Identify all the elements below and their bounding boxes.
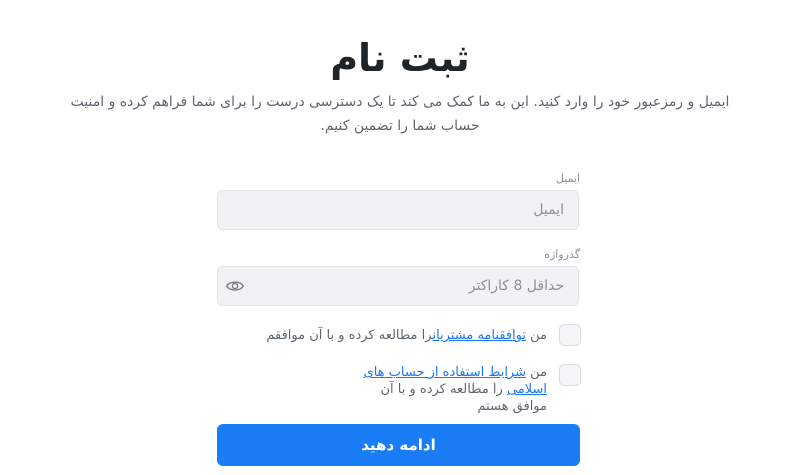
- agreement-prefix: من: [526, 365, 547, 380]
- agreement-prefix: من: [526, 328, 547, 343]
- signup-page: ثبت نام ایمیل و رمزعبور خود را وارد کنید…: [0, 0, 800, 475]
- page-description: ایمیل و رمزعبور خود را وارد کنید. این به…: [70, 94, 730, 134]
- islamic-terms-text: من شرایط استفاده از حساب های اسلامی را م…: [347, 364, 547, 415]
- page-title: ثبت نام: [330, 36, 470, 80]
- continue-button[interactable]: ادامه دهید: [217, 424, 580, 466]
- password-label: گذرواژه: [544, 248, 580, 261]
- agreement-row-islamic: من شرایط استفاده از حساب های اسلامی را م…: [219, 364, 581, 415]
- islamic-terms-checkbox[interactable]: [559, 364, 581, 386]
- customer-agreement-text: من توافقنامه مشتریانرا مطالعه کرده و با …: [227, 324, 547, 344]
- email-label: ایمیل: [555, 172, 580, 185]
- agreement-suffix: را مطالعه کرده و با آن موافقم: [266, 328, 433, 343]
- customer-agreement-checkbox[interactable]: [559, 324, 581, 346]
- email-input[interactable]: [217, 190, 579, 230]
- agreement-row-customer: من توافقنامه مشتریانرا مطالعه کرده و با …: [219, 324, 581, 346]
- eye-icon[interactable]: [226, 278, 244, 294]
- customer-agreement-link[interactable]: توافقنامه مشتریان: [432, 328, 526, 343]
- password-input[interactable]: [217, 266, 579, 306]
